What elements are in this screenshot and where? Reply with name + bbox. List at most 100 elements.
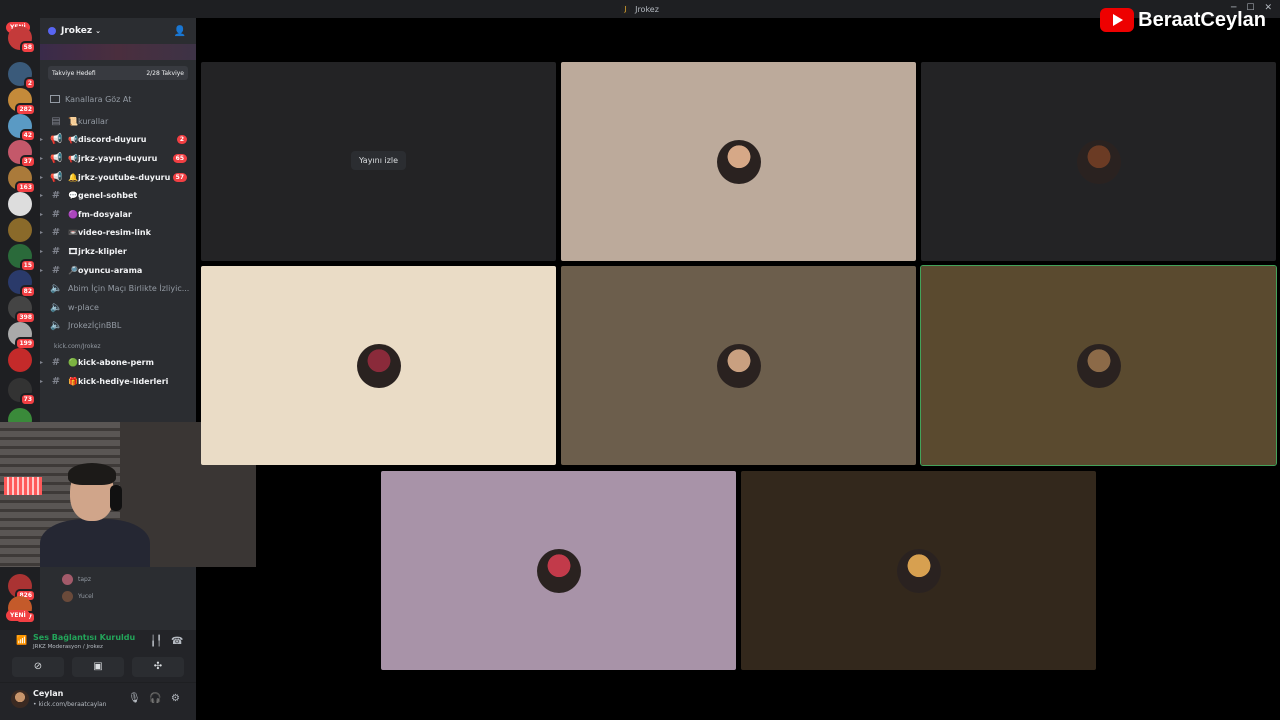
screen-share-icon: ▣ [93, 661, 103, 672]
watch-stream-button[interactable]: Yayını izle [351, 151, 407, 170]
server-icon-6[interactable] [8, 192, 32, 216]
chevron-right-icon[interactable]: ▸ [40, 267, 43, 274]
user-status: • kick.com/beraatcaylan [33, 701, 107, 708]
avatar [356, 343, 401, 388]
hash-icon: # [51, 190, 61, 202]
chevron-right-icon[interactable]: ▸ [40, 174, 43, 181]
mention-badge: 2 [23, 77, 36, 90]
screen-share-button[interactable]: ▣ [72, 657, 124, 677]
server-icon-4[interactable]: 37 [8, 140, 36, 168]
channel-item[interactable]: 🔈 JrokezİçinBBL [40, 317, 196, 336]
channel-item[interactable]: ▸ # 🟣fm-dosyalar [40, 205, 196, 224]
participant-tile-7[interactable] [741, 471, 1096, 670]
channel-item[interactable]: ▸ # 🟢kick-abone-perm [40, 353, 196, 372]
chevron-right-icon[interactable]: ▸ [40, 211, 43, 218]
voice-status[interactable]: Ses Bağlantısı Kuruldu [33, 633, 135, 642]
chevron-right-icon[interactable]: ▸ [40, 248, 43, 255]
hash-icon: # [51, 227, 61, 239]
channel-item[interactable]: ▸ # 💬genel-sohbet [40, 186, 196, 205]
participant-tile-2[interactable] [921, 62, 1276, 261]
category-kick[interactable]: kick.com/Jrokez [40, 339, 196, 353]
server-icon-0[interactable]: 58 [8, 26, 36, 54]
chevron-right-icon[interactable]: ▸ [40, 378, 43, 385]
youtube-watermark: BeraatCeylan [1100, 8, 1266, 32]
voice-channel[interactable]: JRKZ Moderasyon / Jrokez [33, 644, 103, 650]
channel-name: JrokezİçinBBL [68, 321, 122, 331]
announcement-icon: 📢 [50, 134, 63, 146]
chevron-right-icon[interactable]: ▸ [40, 155, 43, 162]
server-icon-13[interactable]: 73 [8, 378, 36, 406]
youtube-icon [1100, 8, 1135, 32]
participant-tile-6[interactable] [381, 471, 736, 670]
disconnect-icon[interactable]: ☎ [171, 636, 183, 647]
channel-item[interactable]: 🔈 Abim İçin Maçı Birlikte İzliyic... [40, 279, 196, 298]
participant-tile-1[interactable] [561, 62, 916, 261]
browse-channels[interactable]: Kanallara Göz At [40, 90, 196, 108]
user-panel: Ceylan • kick.com/beraatcaylan 🎙 🎧 ⚙ [0, 682, 196, 720]
gear-icon[interactable]: ⚙ [171, 693, 180, 704]
camera-button[interactable]: ⊘ [12, 657, 64, 677]
server-icon-12[interactable] [8, 348, 32, 372]
hash-icon: # [51, 208, 61, 220]
streamer-figure [40, 463, 150, 567]
participant-tile-4[interactable] [561, 266, 916, 465]
voice-user[interactable]: tapz [62, 574, 91, 585]
new-unreads-badge-bottom[interactable]: YENİ [6, 610, 30, 621]
channel-name: 🎞jrkz-klipler [68, 246, 127, 256]
channel-item[interactable]: ▸ # 📼video-resim-link [40, 224, 196, 243]
participant-tile-5[interactable] [920, 265, 1277, 466]
server-icon-9[interactable]: 82 [8, 270, 36, 298]
participant-tile-3[interactable] [201, 266, 556, 465]
server-icon-3[interactable]: 42 [8, 114, 36, 142]
channel-item[interactable]: ▸ 📢 🔔jrkz-youtube-duyuru 57 [40, 168, 196, 187]
voice-user[interactable]: Yucel [62, 591, 93, 602]
channel-item[interactable]: ▸ 📢 📢jrkz-yayın-duyuru 65 [40, 149, 196, 168]
headphones-icon[interactable]: 🎧 [149, 693, 161, 704]
chevron-right-icon[interactable]: ▸ [40, 359, 43, 366]
server-banner [40, 44, 196, 60]
server-icon-11[interactable]: 199 [8, 322, 36, 350]
watermark-channel-name: BeraatCeylan [1138, 8, 1266, 31]
speaker-icon: 🔈 [50, 301, 63, 313]
browse-icon [50, 95, 60, 103]
avatar [716, 343, 761, 388]
activities-icon: ✣ [153, 661, 163, 672]
avatar[interactable] [11, 690, 29, 708]
hash-icon: # [51, 264, 61, 276]
signal-icon[interactable]: 📶 [16, 636, 27, 646]
channel-name: Abim İçin Maçı Birlikte İzliyic... [68, 284, 190, 294]
browse-label: Kanallara Göz At [65, 94, 132, 104]
mention-badge: 58 [19, 41, 36, 54]
channel-item[interactable]: ▤ 📜kurallar [40, 112, 196, 131]
channel-name: 🟣fm-dosyalar [68, 209, 132, 219]
server-icon-2[interactable]: 282 [8, 88, 36, 116]
channel-name: 🔔jrkz-youtube-duyuru [68, 172, 171, 182]
server-icon-8[interactable]: 15 [8, 244, 36, 272]
window-title: Jrokez [635, 4, 659, 14]
channel-item[interactable]: ▸ # 🔎oyuncu-arama [40, 261, 196, 280]
participant-tile-0[interactable]: Yayını izle [201, 62, 556, 261]
chevron-right-icon[interactable]: ▸ [40, 136, 43, 143]
server-icon-16[interactable]: 826 [8, 574, 36, 602]
speaker-icon: 🔈 [50, 283, 63, 295]
server-icon [48, 27, 56, 35]
noise-suppression-icon[interactable]: ╽╿ [150, 636, 162, 647]
channel-name: 📢jrkz-yayın-duyuru [68, 153, 158, 163]
server-icon-1[interactable]: 2 [8, 62, 36, 90]
chevron-right-icon[interactable]: ▸ [40, 229, 43, 236]
server-icon-5[interactable]: 163 [8, 166, 36, 194]
server-header[interactable]: Jrokez ⌄ 👤 [40, 18, 196, 44]
channel-item[interactable]: ▸ 📢 📢discord-duyuru 2 [40, 131, 196, 150]
boost-goal-bar[interactable]: Takviye Hedefi 2/28 Takviye [48, 66, 188, 80]
channel-item[interactable]: ▸ # 🎁kick-hediye-liderleri [40, 372, 196, 391]
activities-button[interactable]: ✣ [132, 657, 184, 677]
channel-item[interactable]: 🔈 w-place [40, 298, 196, 317]
chevron-right-icon[interactable]: ▸ [40, 192, 43, 199]
microphone-icon[interactable]: 🎙 [128, 693, 141, 704]
user-name[interactable]: Ceylan [33, 689, 63, 698]
invite-icon[interactable]: 👤 [174, 26, 186, 37]
server-icon-7[interactable] [8, 218, 32, 242]
server-icon-10[interactable]: 398 [8, 296, 36, 324]
channel-item[interactable]: ▸ # 🎞jrkz-klipler [40, 242, 196, 261]
boost-goal-count: 2/28 Takviye [146, 69, 184, 77]
